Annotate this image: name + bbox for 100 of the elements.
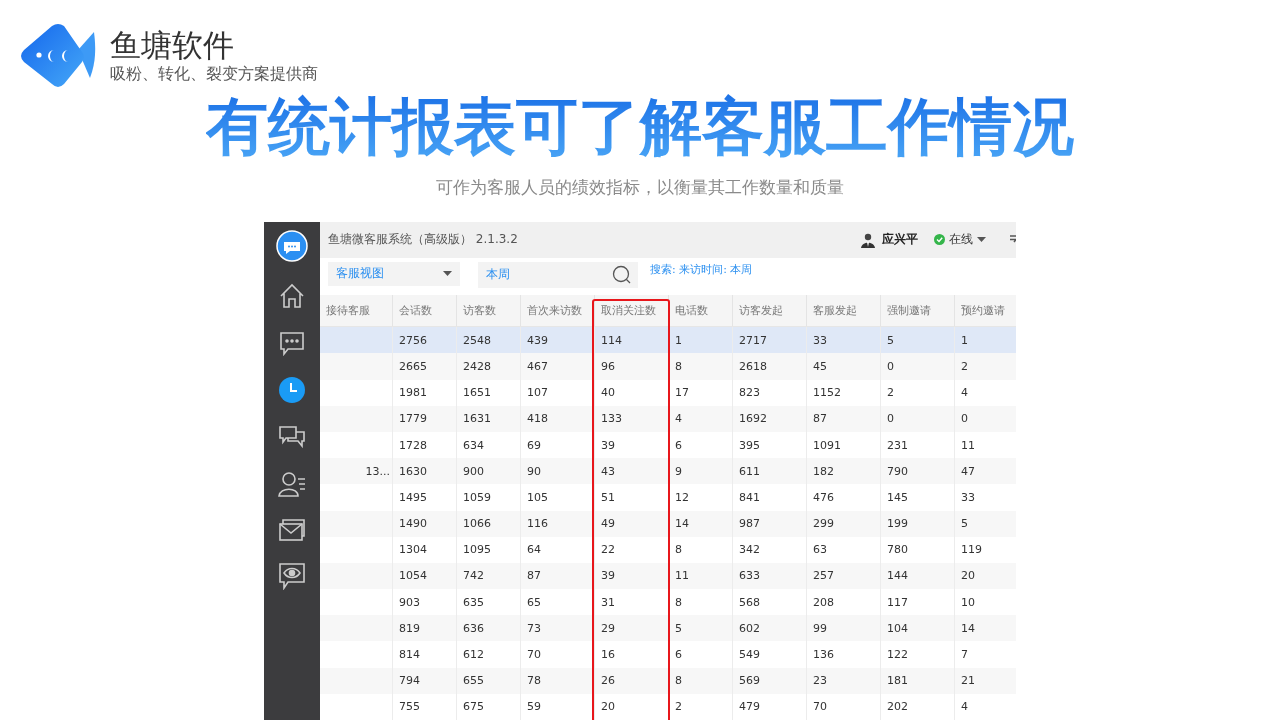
column-header[interactable]: 访客发起 bbox=[732, 295, 806, 327]
table-cell: 1152 bbox=[806, 379, 880, 406]
table-cell: 70 bbox=[520, 641, 594, 668]
table-cell: 4 bbox=[954, 693, 1016, 720]
table-cell: 12 bbox=[668, 484, 732, 511]
table-cell: 45 bbox=[806, 353, 880, 380]
table-cell: 2 bbox=[954, 353, 1016, 380]
table-cell: 9 bbox=[668, 458, 732, 485]
table-cell: 87 bbox=[806, 405, 880, 432]
table-cell: 0 bbox=[880, 405, 954, 432]
table-cell: 2 bbox=[880, 379, 954, 406]
table-cell: 4 bbox=[954, 379, 1016, 406]
table-cell: 96 bbox=[594, 353, 668, 380]
table-cell: 987 bbox=[732, 510, 806, 537]
table-cell: 612 bbox=[456, 641, 520, 668]
table-cell: 90 bbox=[520, 458, 594, 485]
table-cell: 790 bbox=[880, 458, 954, 485]
table-cell: 181 bbox=[880, 667, 954, 694]
table-cell: 1059 bbox=[456, 484, 520, 511]
table-cell: 602 bbox=[732, 615, 806, 642]
table-cell: 63 bbox=[806, 536, 880, 563]
table-cell: 133 bbox=[594, 405, 668, 432]
table-cell: 1630 bbox=[392, 458, 456, 485]
home-icon[interactable] bbox=[278, 282, 306, 310]
brand-tagline: 吸粉、转化、裂变方案提供商 bbox=[110, 63, 318, 85]
table-cell: 0 bbox=[954, 405, 1016, 432]
view-dropdown[interactable]: 客服视图 bbox=[328, 262, 460, 286]
app-title: 鱼塘微客服系统（高级版） 2.1.3.2 bbox=[328, 231, 519, 249]
table-cell: 675 bbox=[456, 693, 520, 720]
status-dropdown[interactable]: 在线 bbox=[934, 231, 986, 249]
table-cell: 73 bbox=[520, 615, 594, 642]
search-field[interactable]: 本周 bbox=[478, 262, 638, 288]
column-header[interactable]: 预约邀请 bbox=[954, 295, 1016, 327]
table-cell: 5 bbox=[954, 510, 1016, 537]
table-cell: 900 bbox=[456, 458, 520, 485]
clock-icon[interactable] bbox=[278, 376, 306, 404]
column-header[interactable]: 会话数 bbox=[392, 295, 456, 327]
column-header[interactable]: 访客数 bbox=[456, 295, 520, 327]
search-icon[interactable] bbox=[612, 265, 632, 285]
table-cell: 116 bbox=[520, 510, 594, 537]
table-cell: 1490 bbox=[392, 510, 456, 537]
table-cell: 1692 bbox=[732, 405, 806, 432]
user-name: 应兴平 bbox=[882, 231, 918, 249]
filter-icon[interactable] bbox=[1010, 235, 1016, 245]
column-header[interactable]: 取消关注数 bbox=[594, 295, 668, 327]
table-cell: 549 bbox=[732, 641, 806, 668]
table-cell: 257 bbox=[806, 562, 880, 590]
table-cell: 202 bbox=[880, 693, 954, 720]
table-cell: 1779 bbox=[392, 405, 456, 432]
table-cell: 23 bbox=[806, 667, 880, 694]
table-cell: 199 bbox=[880, 510, 954, 537]
table-cell: 99 bbox=[806, 615, 880, 642]
table-cell: 8 bbox=[668, 353, 732, 380]
table-cell: 633 bbox=[732, 562, 806, 590]
chats-icon[interactable] bbox=[278, 424, 306, 450]
table-cell: 8 bbox=[668, 667, 732, 694]
mail-icon[interactable] bbox=[278, 518, 306, 542]
table-cell: 11 bbox=[668, 562, 732, 590]
table-cell: 105 bbox=[520, 484, 594, 511]
column-header[interactable]: 强制邀请 bbox=[880, 295, 954, 327]
table-cell: 1651 bbox=[456, 379, 520, 406]
table-cell: 21 bbox=[954, 667, 1016, 694]
subheadline: 可作为客服人员的绩效指标，以衡量其工作数量和质量 bbox=[435, 176, 845, 198]
table-cell: 70 bbox=[806, 693, 880, 720]
table-cell: 17 bbox=[668, 379, 732, 406]
table-cell: 299 bbox=[806, 510, 880, 537]
table-cell: 2618 bbox=[732, 353, 806, 380]
chat-icon[interactable] bbox=[278, 330, 306, 356]
table-cell: 87 bbox=[520, 562, 594, 590]
avatar-icon bbox=[860, 232, 876, 248]
table-cell: 814 bbox=[392, 641, 456, 668]
selected-row[interactable]: 2756 2548 439 114 1 2717 33 5 1 bbox=[320, 327, 1016, 354]
column-header[interactable]: 接待客服 bbox=[320, 295, 392, 327]
eye-chat-icon[interactable] bbox=[278, 562, 306, 590]
table-cell: 6 bbox=[668, 641, 732, 668]
table-cell: 20 bbox=[954, 562, 1016, 590]
table-cell: 1066 bbox=[456, 510, 520, 537]
check-icon bbox=[934, 234, 945, 246]
table-cell: 5 bbox=[668, 615, 732, 642]
table-cell: 182 bbox=[806, 458, 880, 485]
table-cell: 1095 bbox=[456, 536, 520, 563]
table-cell: 33 bbox=[954, 484, 1016, 511]
table-cell-text: 13... bbox=[364, 463, 391, 480]
table-cell: 823 bbox=[732, 379, 806, 406]
table-cell: 49 bbox=[594, 510, 668, 537]
contact-list-icon[interactable] bbox=[278, 470, 306, 498]
table-cell: 51 bbox=[594, 484, 668, 511]
column-header[interactable]: 首次来访数 bbox=[520, 295, 594, 327]
table-cell: 1495 bbox=[392, 484, 456, 511]
table-cell: 0 bbox=[880, 353, 954, 380]
fish-logo-icon bbox=[18, 22, 96, 90]
table-cell: 39 bbox=[594, 562, 668, 590]
brand-name: 鱼塘软件 bbox=[110, 27, 235, 63]
column-header[interactable]: 电话数 bbox=[668, 295, 732, 327]
table-cell: 20 bbox=[594, 693, 668, 720]
table-cell: 755 bbox=[392, 693, 456, 720]
table-cell: 40 bbox=[594, 379, 668, 406]
column-header[interactable]: 客服发起 bbox=[806, 295, 880, 327]
table-cell: 29 bbox=[594, 615, 668, 642]
table-cell: 636 bbox=[456, 615, 520, 642]
